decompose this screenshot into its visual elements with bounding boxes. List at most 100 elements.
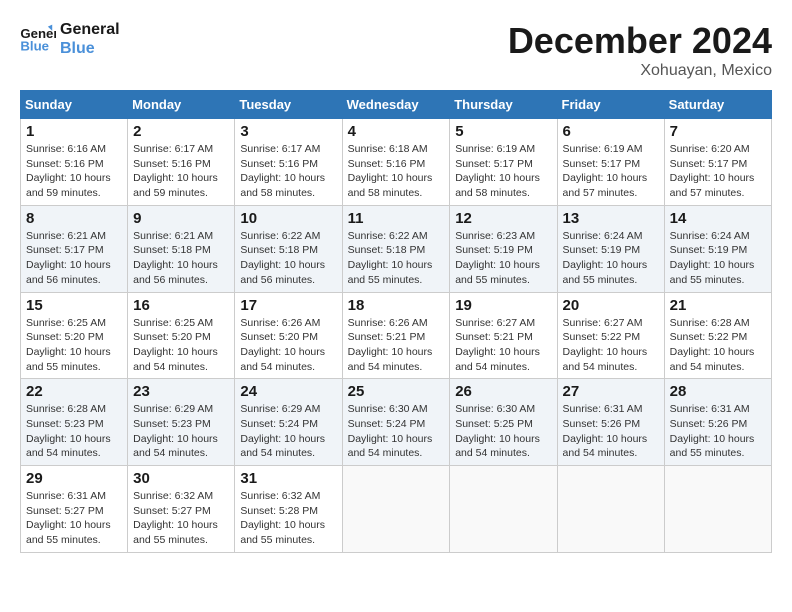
day-number: 2 xyxy=(133,123,229,140)
table-row: 5 Sunrise: 6:19 AM Sunset: 5:17 PM Dayli… xyxy=(450,119,557,206)
day-info: Sunrise: 6:24 AM Sunset: 5:19 PM Dayligh… xyxy=(563,229,659,288)
day-info: Sunrise: 6:28 AM Sunset: 5:22 PM Dayligh… xyxy=(670,316,766,375)
day-info: Sunrise: 6:25 AM Sunset: 5:20 PM Dayligh… xyxy=(26,316,122,375)
day-number: 9 xyxy=(133,210,229,227)
header-wednesday: Wednesday xyxy=(342,91,450,119)
day-info: Sunrise: 6:22 AM Sunset: 5:18 PM Dayligh… xyxy=(240,229,336,288)
table-row: 25 Sunrise: 6:30 AM Sunset: 5:24 PM Dayl… xyxy=(342,379,450,466)
day-info: Sunrise: 6:25 AM Sunset: 5:20 PM Dayligh… xyxy=(133,316,229,375)
svg-text:Blue: Blue xyxy=(20,39,49,54)
day-info: Sunrise: 6:17 AM Sunset: 5:16 PM Dayligh… xyxy=(133,142,229,201)
day-info: Sunrise: 6:19 AM Sunset: 5:17 PM Dayligh… xyxy=(563,142,659,201)
day-info: Sunrise: 6:22 AM Sunset: 5:18 PM Dayligh… xyxy=(348,229,445,288)
calendar-week-row: 22 Sunrise: 6:28 AM Sunset: 5:23 PM Dayl… xyxy=(21,379,772,466)
table-row: 15 Sunrise: 6:25 AM Sunset: 5:20 PM Dayl… xyxy=(21,292,128,379)
day-number: 25 xyxy=(348,383,445,400)
day-info: Sunrise: 6:24 AM Sunset: 5:19 PM Dayligh… xyxy=(670,229,766,288)
calendar-week-row: 8 Sunrise: 6:21 AM Sunset: 5:17 PM Dayli… xyxy=(21,205,772,292)
calendar-week-row: 15 Sunrise: 6:25 AM Sunset: 5:20 PM Dayl… xyxy=(21,292,772,379)
header-saturday: Saturday xyxy=(664,91,771,119)
day-number: 6 xyxy=(563,123,659,140)
day-info: Sunrise: 6:18 AM Sunset: 5:16 PM Dayligh… xyxy=(348,142,445,201)
title-block: December 2024 Xohuayan, Mexico xyxy=(508,20,772,80)
day-number: 26 xyxy=(455,383,551,400)
header-tuesday: Tuesday xyxy=(235,91,342,119)
table-row: 27 Sunrise: 6:31 AM Sunset: 5:26 PM Dayl… xyxy=(557,379,664,466)
table-row: 23 Sunrise: 6:29 AM Sunset: 5:23 PM Dayl… xyxy=(128,379,235,466)
day-number: 10 xyxy=(240,210,336,227)
day-info: Sunrise: 6:31 AM Sunset: 5:26 PM Dayligh… xyxy=(670,402,766,461)
day-number: 11 xyxy=(348,210,445,227)
table-row: 31 Sunrise: 6:32 AM Sunset: 5:28 PM Dayl… xyxy=(235,466,342,553)
table-row: 16 Sunrise: 6:25 AM Sunset: 5:20 PM Dayl… xyxy=(128,292,235,379)
table-row: 13 Sunrise: 6:24 AM Sunset: 5:19 PM Dayl… xyxy=(557,205,664,292)
logo: General Blue General Blue xyxy=(20,20,120,58)
table-row: 21 Sunrise: 6:28 AM Sunset: 5:22 PM Dayl… xyxy=(664,292,771,379)
day-number: 19 xyxy=(455,297,551,314)
table-row xyxy=(450,466,557,553)
calendar-week-row: 1 Sunrise: 6:16 AM Sunset: 5:16 PM Dayli… xyxy=(21,119,772,206)
day-number: 4 xyxy=(348,123,445,140)
day-info: Sunrise: 6:27 AM Sunset: 5:21 PM Dayligh… xyxy=(455,316,551,375)
table-row: 7 Sunrise: 6:20 AM Sunset: 5:17 PM Dayli… xyxy=(664,119,771,206)
table-row: 17 Sunrise: 6:26 AM Sunset: 5:20 PM Dayl… xyxy=(235,292,342,379)
table-row: 30 Sunrise: 6:32 AM Sunset: 5:27 PM Dayl… xyxy=(128,466,235,553)
day-number: 15 xyxy=(26,297,122,314)
day-number: 1 xyxy=(26,123,122,140)
day-info: Sunrise: 6:29 AM Sunset: 5:24 PM Dayligh… xyxy=(240,402,336,461)
day-number: 7 xyxy=(670,123,766,140)
table-row xyxy=(664,466,771,553)
table-row: 22 Sunrise: 6:28 AM Sunset: 5:23 PM Dayl… xyxy=(21,379,128,466)
day-info: Sunrise: 6:27 AM Sunset: 5:22 PM Dayligh… xyxy=(563,316,659,375)
day-number: 5 xyxy=(455,123,551,140)
day-number: 24 xyxy=(240,383,336,400)
day-number: 31 xyxy=(240,470,336,487)
table-row xyxy=(557,466,664,553)
table-row: 9 Sunrise: 6:21 AM Sunset: 5:18 PM Dayli… xyxy=(128,205,235,292)
day-number: 8 xyxy=(26,210,122,227)
day-number: 18 xyxy=(348,297,445,314)
day-number: 28 xyxy=(670,383,766,400)
day-info: Sunrise: 6:32 AM Sunset: 5:28 PM Dayligh… xyxy=(240,489,336,548)
day-info: Sunrise: 6:21 AM Sunset: 5:18 PM Dayligh… xyxy=(133,229,229,288)
day-number: 30 xyxy=(133,470,229,487)
table-row: 3 Sunrise: 6:17 AM Sunset: 5:16 PM Dayli… xyxy=(235,119,342,206)
table-row: 10 Sunrise: 6:22 AM Sunset: 5:18 PM Dayl… xyxy=(235,205,342,292)
header-monday: Monday xyxy=(128,91,235,119)
day-info: Sunrise: 6:30 AM Sunset: 5:24 PM Dayligh… xyxy=(348,402,445,461)
day-number: 14 xyxy=(670,210,766,227)
calendar-table: Sunday Monday Tuesday Wednesday Thursday… xyxy=(20,90,772,553)
day-info: Sunrise: 6:19 AM Sunset: 5:17 PM Dayligh… xyxy=(455,142,551,201)
table-row: 28 Sunrise: 6:31 AM Sunset: 5:26 PM Dayl… xyxy=(664,379,771,466)
location: Xohuayan, Mexico xyxy=(508,62,772,80)
day-info: Sunrise: 6:26 AM Sunset: 5:20 PM Dayligh… xyxy=(240,316,336,375)
header-sunday: Sunday xyxy=(21,91,128,119)
day-number: 20 xyxy=(563,297,659,314)
day-info: Sunrise: 6:16 AM Sunset: 5:16 PM Dayligh… xyxy=(26,142,122,201)
day-info: Sunrise: 6:17 AM Sunset: 5:16 PM Dayligh… xyxy=(240,142,336,201)
day-number: 3 xyxy=(240,123,336,140)
day-number: 29 xyxy=(26,470,122,487)
logo-icon: General Blue xyxy=(20,24,56,54)
table-row: 19 Sunrise: 6:27 AM Sunset: 5:21 PM Dayl… xyxy=(450,292,557,379)
calendar-header-row: Sunday Monday Tuesday Wednesday Thursday… xyxy=(21,91,772,119)
day-number: 22 xyxy=(26,383,122,400)
day-info: Sunrise: 6:30 AM Sunset: 5:25 PM Dayligh… xyxy=(455,402,551,461)
table-row: 4 Sunrise: 6:18 AM Sunset: 5:16 PM Dayli… xyxy=(342,119,450,206)
day-info: Sunrise: 6:31 AM Sunset: 5:27 PM Dayligh… xyxy=(26,489,122,548)
day-number: 23 xyxy=(133,383,229,400)
day-info: Sunrise: 6:32 AM Sunset: 5:27 PM Dayligh… xyxy=(133,489,229,548)
table-row: 6 Sunrise: 6:19 AM Sunset: 5:17 PM Dayli… xyxy=(557,119,664,206)
table-row: 2 Sunrise: 6:17 AM Sunset: 5:16 PM Dayli… xyxy=(128,119,235,206)
table-row: 14 Sunrise: 6:24 AM Sunset: 5:19 PM Dayl… xyxy=(664,205,771,292)
day-number: 27 xyxy=(563,383,659,400)
day-info: Sunrise: 6:29 AM Sunset: 5:23 PM Dayligh… xyxy=(133,402,229,461)
header-thursday: Thursday xyxy=(450,91,557,119)
day-info: Sunrise: 6:21 AM Sunset: 5:17 PM Dayligh… xyxy=(26,229,122,288)
table-row: 8 Sunrise: 6:21 AM Sunset: 5:17 PM Dayli… xyxy=(21,205,128,292)
logo-line1: General xyxy=(60,20,120,39)
day-number: 16 xyxy=(133,297,229,314)
day-info: Sunrise: 6:23 AM Sunset: 5:19 PM Dayligh… xyxy=(455,229,551,288)
table-row: 29 Sunrise: 6:31 AM Sunset: 5:27 PM Dayl… xyxy=(21,466,128,553)
month-title: December 2024 xyxy=(508,20,772,62)
